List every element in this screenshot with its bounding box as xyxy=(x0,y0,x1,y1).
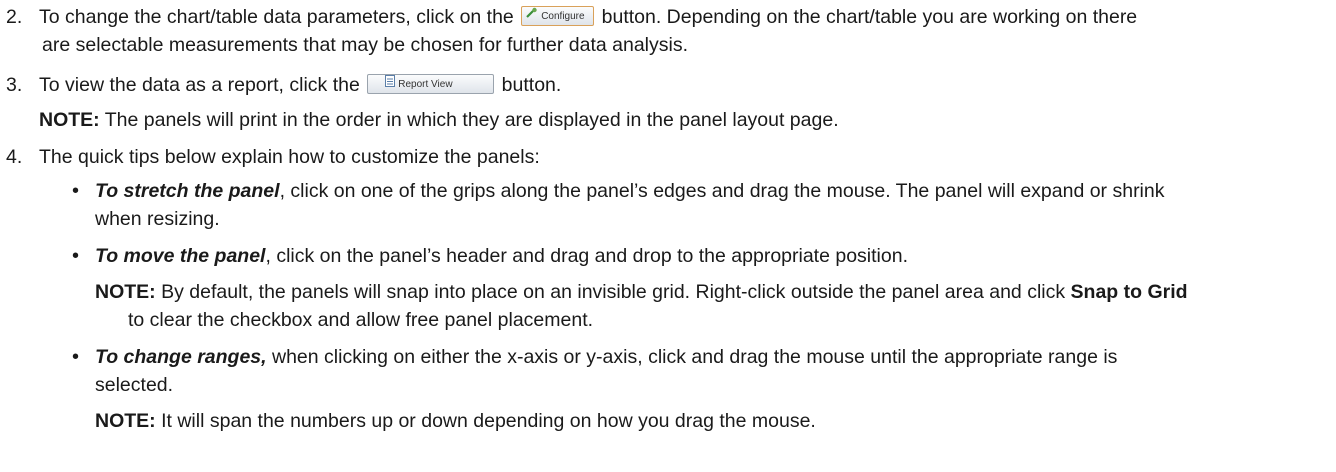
step-3-note: NOTE: The panels will print in the order… xyxy=(39,109,839,132)
tip-move-note-line-2: to clear the checkbox and allow free pan… xyxy=(128,309,594,331)
configure-button[interactable]: Configure xyxy=(521,6,595,27)
step-number-2: 2. xyxy=(6,6,23,28)
step-3-text-post: button. xyxy=(501,74,562,96)
tip-stretch-line-2: when resizing. xyxy=(95,208,220,230)
configure-icon xyxy=(526,7,538,26)
note-text: By default, the panels will snap into pl… xyxy=(161,281,1066,303)
tip-ranges-note: NOTE: It will span the numbers up or dow… xyxy=(95,410,816,433)
report-document-icon xyxy=(385,75,396,94)
bullet-icon: • xyxy=(72,245,80,267)
step-2-text-pre: To change the chart/table data parameter… xyxy=(39,6,514,28)
step-3-line-1: To view the data as a report, click the … xyxy=(39,74,561,97)
configure-button-label: Configure xyxy=(541,11,585,23)
note-text: The panels will print in the order in wh… xyxy=(104,109,839,131)
step-number-3: 3. xyxy=(6,74,23,96)
tip-stretch-line-1: To stretch the panel, click on one of th… xyxy=(95,180,1165,203)
step-4-line-1: The quick tips below explain how to cust… xyxy=(39,146,540,168)
note-label: NOTE: xyxy=(95,281,156,303)
report-view-button[interactable]: Report View xyxy=(367,74,495,95)
tip-ranges-line-1: To change ranges, when clicking on eithe… xyxy=(95,346,1117,369)
report-view-button-label: Report View xyxy=(398,79,453,91)
tip-move-note-line-1: NOTE: By default, the panels will snap i… xyxy=(95,281,1188,304)
step-2-text-post: button. Depending on the chart/table you… xyxy=(601,6,1138,28)
note-label: NOTE: xyxy=(39,109,100,131)
bullet-icon: • xyxy=(72,180,80,202)
step-3-text-pre: To view the data as a report, click the xyxy=(39,74,360,96)
note-label: NOTE: xyxy=(95,410,156,432)
bullet-icon: • xyxy=(72,346,80,368)
tip-stretch-text: , click on one of the grips along the pa… xyxy=(279,180,1165,202)
note-text: It will span the numbers up or down depe… xyxy=(161,410,816,432)
tip-move-line-1: To move the panel, click on the panel’s … xyxy=(95,245,908,268)
step-2-line-1: To change the chart/table data parameter… xyxy=(39,6,1137,29)
snap-to-grid-label: Snap to Grid xyxy=(1070,281,1188,303)
tip-move-text: , click on the panel’s header and drag a… xyxy=(265,245,908,267)
tip-move-lead: To move the panel xyxy=(95,245,266,267)
tip-ranges-lead: To change ranges, xyxy=(95,346,267,368)
step-2-line-2: are selectable measurements that may be … xyxy=(42,34,689,56)
step-number-4: 4. xyxy=(6,146,23,168)
tip-ranges-line-2: selected. xyxy=(95,374,174,396)
tip-stretch-lead: To stretch the panel xyxy=(95,180,280,202)
tip-ranges-text: when clicking on either the x-axis or y-… xyxy=(266,346,1118,368)
